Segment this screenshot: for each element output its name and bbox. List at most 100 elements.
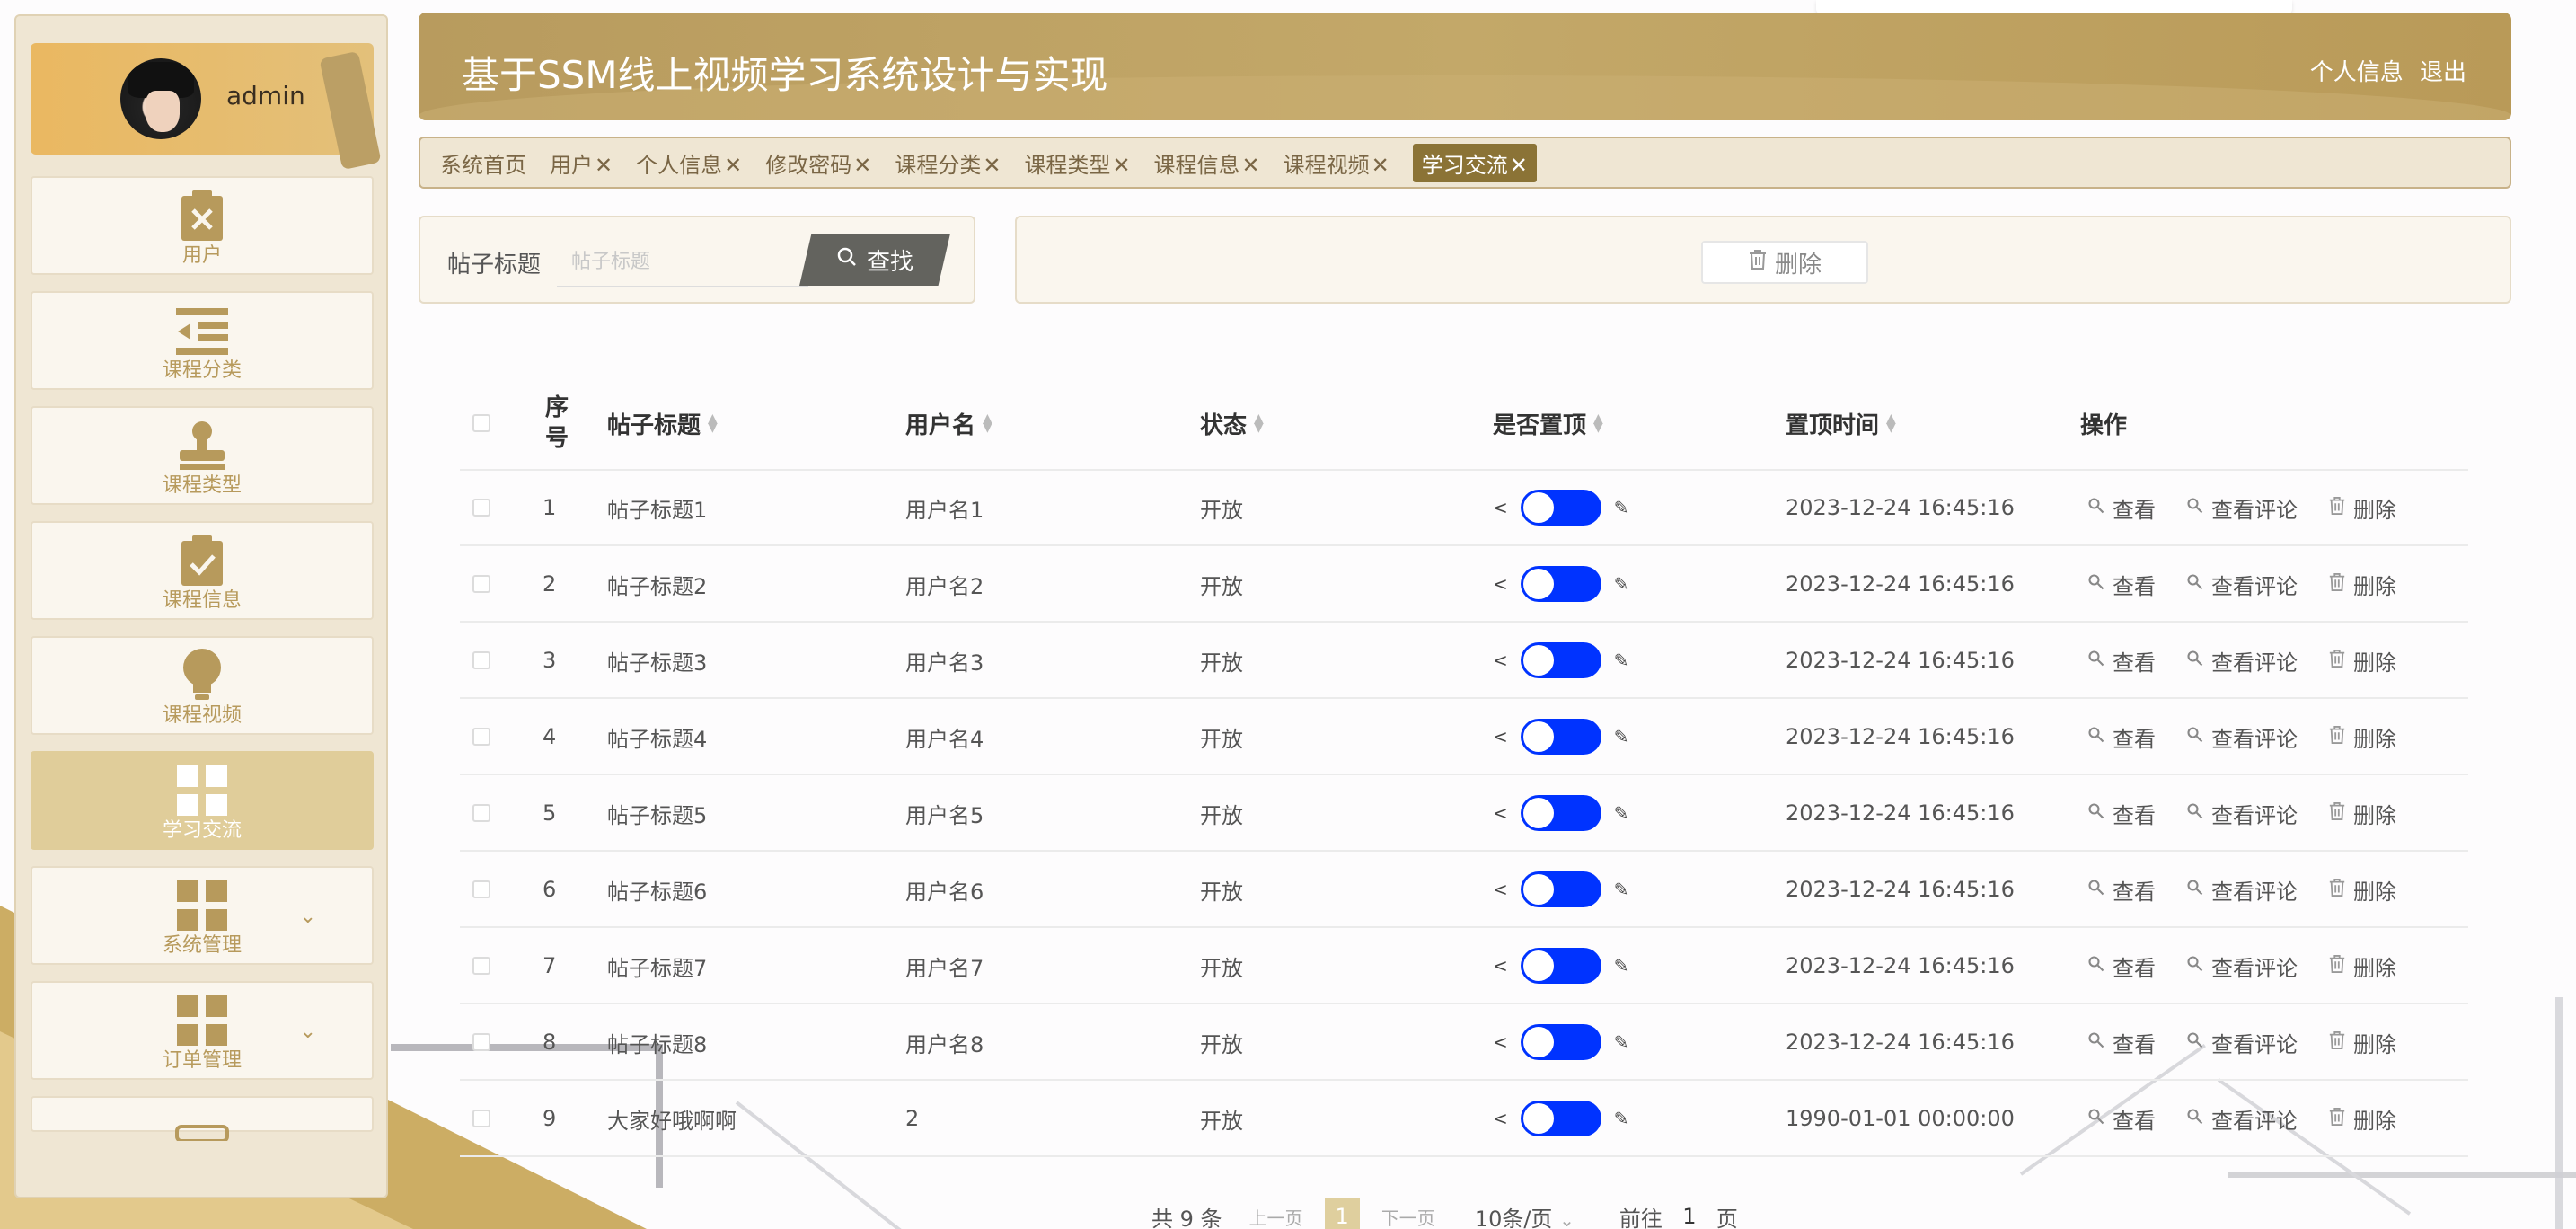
delete-button[interactable]: 删除 xyxy=(2328,1103,2396,1135)
header-pinned[interactable]: 是否置顶 ▲ ▼ xyxy=(1493,377,1603,469)
share-icon[interactable]: < xyxy=(1493,879,1508,900)
view-button[interactable]: 查看 xyxy=(2087,1103,2156,1135)
pinned-toggle[interactable] xyxy=(1520,566,1601,602)
header-username[interactable]: 用户名 ▲ ▼ xyxy=(905,377,992,469)
view-button[interactable]: 查看 xyxy=(2087,569,2156,600)
chevron-down-icon[interactable]: ⌄ xyxy=(300,1021,316,1043)
view-comments-button[interactable]: 查看评论 xyxy=(2186,721,2298,753)
view-button[interactable]: 查看 xyxy=(2087,798,2156,829)
view-comments-button[interactable]: 查看评论 xyxy=(2186,492,2298,524)
pinned-toggle[interactable] xyxy=(1520,1101,1601,1136)
row-checkbox[interactable] xyxy=(472,1082,490,1155)
edit-icon[interactable]: ✎ xyxy=(1614,802,1629,824)
view-button[interactable]: 查看 xyxy=(2087,492,2156,524)
share-icon[interactable]: < xyxy=(1493,802,1508,824)
tab-course-category[interactable]: 课程分类✕ xyxy=(895,147,1001,179)
next-page-button[interactable]: 下一页 xyxy=(1381,1204,1435,1229)
tab-change-password[interactable]: 修改密码✕ xyxy=(765,147,871,179)
close-icon[interactable]: ✕ xyxy=(724,153,742,178)
goto-page-input[interactable] xyxy=(1662,1198,1716,1229)
sort-icon[interactable]: ▲ ▼ xyxy=(1886,412,1896,434)
logout-link[interactable]: 退出 xyxy=(2420,59,2466,86)
view-comments-button[interactable]: 查看评论 xyxy=(2186,1027,2298,1058)
sort-icon[interactable]: ▲ ▼ xyxy=(1593,412,1603,434)
sort-icon[interactable]: ▲ ▼ xyxy=(983,412,992,434)
header-title[interactable]: 帖子标题 ▲ ▼ xyxy=(607,377,718,469)
header-pin-time[interactable]: 置顶时间 ▲ ▼ xyxy=(1786,377,1896,469)
row-checkbox[interactable] xyxy=(472,853,490,926)
avatar[interactable] xyxy=(120,58,201,139)
delete-button[interactable]: 删除 xyxy=(2328,798,2396,829)
edit-icon[interactable]: ✎ xyxy=(1614,573,1629,595)
share-icon[interactable]: < xyxy=(1493,1031,1508,1053)
view-comments-button[interactable]: 查看评论 xyxy=(2186,874,2298,906)
view-comments-button[interactable]: 查看评论 xyxy=(2186,1103,2298,1135)
pinned-toggle[interactable] xyxy=(1520,1024,1601,1060)
share-icon[interactable]: < xyxy=(1493,955,1508,977)
share-icon[interactable]: < xyxy=(1493,1108,1508,1129)
delete-button[interactable]: 删除 xyxy=(2328,1027,2396,1058)
row-checkbox[interactable] xyxy=(472,700,490,774)
close-icon[interactable]: ✕ xyxy=(1510,153,1528,178)
row-checkbox[interactable] xyxy=(472,623,490,697)
view-button[interactable]: 查看 xyxy=(2087,874,2156,906)
edit-icon[interactable]: ✎ xyxy=(1614,726,1629,747)
tab-course-video[interactable]: 课程视频✕ xyxy=(1284,147,1389,179)
delete-button[interactable]: 删除 xyxy=(2328,950,2396,982)
sidebar-item-order-management[interactable]: ⌄ 订单管理 xyxy=(31,981,374,1080)
edit-icon[interactable]: ✎ xyxy=(1614,1108,1629,1129)
search-input[interactable] xyxy=(557,237,808,287)
sidebar-item-course-category[interactable]: 课程分类 xyxy=(31,291,374,390)
close-icon[interactable]: ✕ xyxy=(1242,153,1260,178)
bulk-delete-button[interactable]: 删除 xyxy=(1701,241,1868,284)
tab-home[interactable]: 系统首页 xyxy=(440,147,526,179)
close-icon[interactable]: ✕ xyxy=(1112,153,1130,178)
pinned-toggle[interactable] xyxy=(1520,642,1601,678)
search-button[interactable]: 查找 xyxy=(799,234,950,286)
sidebar-item-study-exchange[interactable]: 学习交流 xyxy=(31,751,374,850)
tab-course-info[interactable]: 课程信息✕ xyxy=(1154,147,1260,179)
edit-icon[interactable]: ✎ xyxy=(1614,879,1629,900)
edit-icon[interactable]: ✎ xyxy=(1614,955,1629,977)
share-icon[interactable]: < xyxy=(1493,726,1508,747)
sort-icon[interactable]: ▲ ▼ xyxy=(1254,412,1264,434)
delete-button[interactable]: 删除 xyxy=(2328,874,2396,906)
profile-link[interactable]: 个人信息 xyxy=(2310,59,2404,86)
profile-card[interactable]: admin xyxy=(31,43,382,171)
view-comments-button[interactable]: 查看评论 xyxy=(2186,950,2298,982)
prev-page-button[interactable]: 上一页 xyxy=(1249,1204,1303,1229)
pinned-toggle[interactable] xyxy=(1520,490,1601,526)
pinned-toggle[interactable] xyxy=(1520,795,1601,831)
delete-button[interactable]: 删除 xyxy=(2328,492,2396,524)
tab-course-type[interactable]: 课程类型✕ xyxy=(1024,147,1130,179)
edit-icon[interactable]: ✎ xyxy=(1614,1031,1629,1053)
close-icon[interactable]: ✕ xyxy=(983,153,1001,178)
sidebar-item-course-type[interactable]: 课程类型 xyxy=(31,406,374,505)
view-comments-button[interactable]: 查看评论 xyxy=(2186,569,2298,600)
close-icon[interactable]: ✕ xyxy=(853,153,871,178)
tab-study-exchange[interactable]: 学习交流✕ xyxy=(1412,143,1537,182)
view-button[interactable]: 查看 xyxy=(2087,1027,2156,1058)
pinned-toggle[interactable] xyxy=(1520,871,1601,907)
tab-users[interactable]: 用户✕ xyxy=(550,147,613,179)
page-size-select[interactable]: 10条/页 ⌄ xyxy=(1475,1201,1575,1229)
select-all-checkbox[interactable] xyxy=(472,377,490,469)
tab-profile[interactable]: 个人信息✕ xyxy=(636,147,742,179)
share-icon[interactable]: < xyxy=(1493,497,1508,518)
row-checkbox[interactable] xyxy=(472,547,490,621)
view-comments-button[interactable]: 查看评论 xyxy=(2186,798,2298,829)
sidebar-item-system-management[interactable]: ⌄ 系统管理 xyxy=(31,866,374,965)
view-comments-button[interactable]: 查看评论 xyxy=(2186,645,2298,676)
view-button[interactable]: 查看 xyxy=(2087,645,2156,676)
view-button[interactable]: 查看 xyxy=(2087,721,2156,753)
edit-icon[interactable]: ✎ xyxy=(1614,497,1629,518)
close-icon[interactable]: ✕ xyxy=(595,153,613,178)
current-page-button[interactable]: 1 xyxy=(1324,1198,1360,1229)
share-icon[interactable]: < xyxy=(1493,573,1508,595)
edit-icon[interactable]: ✎ xyxy=(1614,650,1629,671)
sidebar-item-users[interactable]: 用户 xyxy=(31,176,374,275)
row-checkbox[interactable] xyxy=(472,471,490,544)
pinned-toggle[interactable] xyxy=(1520,719,1601,755)
share-icon[interactable]: < xyxy=(1493,650,1508,671)
chevron-down-icon[interactable]: ⌄ xyxy=(300,906,316,928)
